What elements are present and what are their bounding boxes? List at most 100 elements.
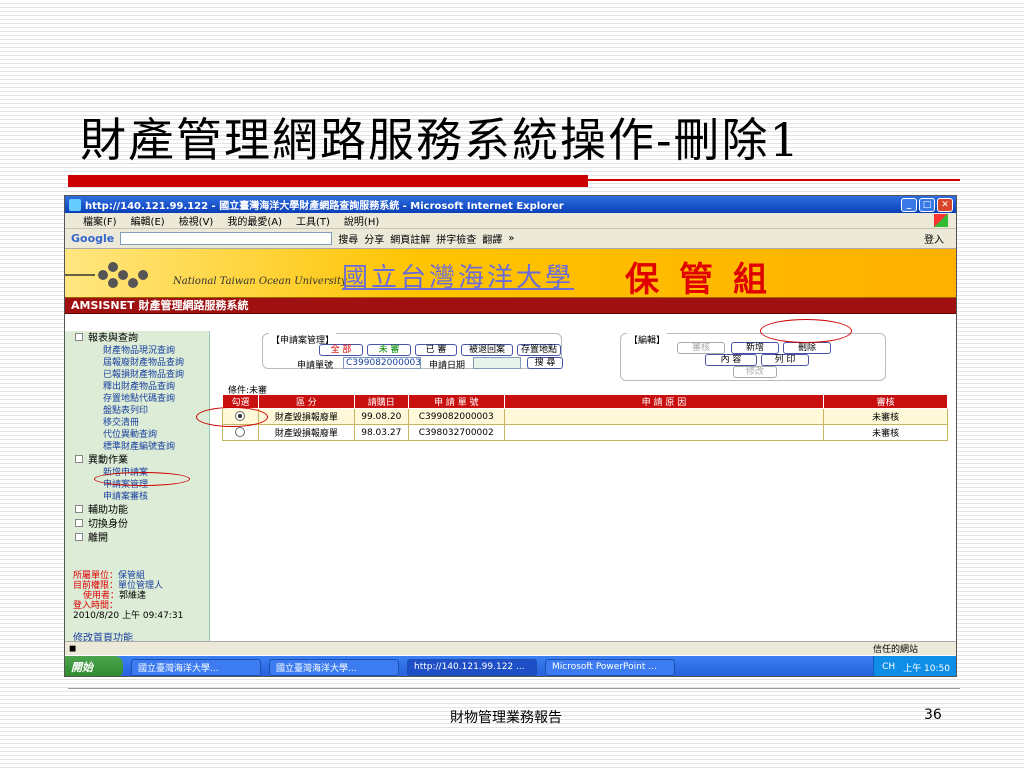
row-reason [503, 408, 825, 425]
more-button[interactable]: » [508, 233, 514, 244]
sidebar-item-application-review[interactable]: 申請案審核 [65, 491, 209, 503]
collapse-box-icon [75, 455, 83, 463]
sidebar-item-released-assets[interactable]: 釋出財產物品查詢 [65, 381, 209, 393]
row-case-no: C398032700002 [407, 424, 505, 441]
unit-value: 保管組 [118, 571, 146, 581]
sidebar-group-tools[interactable]: 輔助功能 [65, 505, 209, 517]
collapse-box-icon [75, 533, 83, 541]
windows-taskbar: 開始 國立臺灣海洋大學... 國立臺灣海洋大學... http://140.12… [65, 656, 956, 676]
sidebar-item-transfer-list[interactable]: 移交清冊 [65, 417, 209, 429]
sidebar-item-proxy-changes[interactable]: 代位異動查詢 [65, 429, 209, 441]
filter-reviewed-button[interactable]: 已 審 [415, 344, 457, 356]
menu-help[interactable]: 說明(H) [344, 213, 379, 228]
search-button[interactable]: 搜尋 [338, 231, 358, 246]
edit-panel: 【編輯】 審核 新增 刪除 內 容 列 印 修改 [620, 333, 886, 381]
collapse-box-icon [75, 519, 83, 527]
menu-favorites[interactable]: 我的最愛(A) [227, 213, 282, 228]
user-value: 郭維達 [119, 591, 147, 601]
case-no-label: 申請單號 [297, 361, 334, 371]
ie-title-bar: http://140.121.99.122 - 國立臺灣海洋大學財產網路查詢服務… [65, 196, 956, 213]
filter-unreviewed-button[interactable]: 未 審 [367, 344, 411, 356]
menu-highlight-ellipse [94, 472, 190, 486]
spellcheck-button[interactable]: 拼字檢查 [436, 231, 476, 246]
taskbar-item-3[interactable]: http://140.121.99.122 ... [407, 658, 537, 676]
user-info: 所屬單位：保管組 目前權限：單位管理人 使用者：郭維達 登入時間： 2010/8… [73, 571, 183, 621]
modify-button[interactable]: 修改 [733, 366, 777, 378]
collapse-box-icon [75, 333, 83, 341]
sidebar-item-current-assets[interactable]: 財產物品現況查詢 [65, 345, 209, 357]
taskbar-item-1[interactable]: 國立臺灣海洋大學... [131, 658, 261, 676]
row-reason [503, 424, 825, 441]
maximize-button[interactable]: □ [919, 197, 935, 212]
sidebar-group-switch-identity[interactable]: 切換身份 [65, 519, 209, 531]
print-button[interactable]: 列 印 [761, 354, 809, 366]
sidebar-item-standard-codes[interactable]: 標準財產編號查詢 [65, 441, 209, 453]
sidebar-item-damaged-assets[interactable]: 已報損財產物品查詢 [65, 369, 209, 381]
table-row[interactable]: 財產毀損報廢單 99.08.20 C399082000003 未審核 [222, 408, 948, 425]
share-button[interactable]: 分享 [364, 231, 384, 246]
site-banner: National Taiwan Ocean University 國立台灣海洋大… [65, 249, 956, 300]
menu-tools[interactable]: 工具(T) [296, 213, 330, 228]
window-controls: _ □ ✕ [901, 197, 956, 212]
unit-key: 所屬單位： [73, 571, 119, 581]
filter-all-button[interactable]: 全 部 [319, 344, 363, 356]
sidebar-group-exit[interactable]: 離開 [65, 533, 209, 545]
row-type: 財產毀損報廢單 [257, 408, 355, 425]
permission-value: 單位管理人 [118, 581, 164, 591]
row-highlight-ellipse [196, 407, 268, 427]
taskbar-item-2[interactable]: 國立臺灣海洋大學... [269, 658, 399, 676]
taskbar-item-4[interactable]: Microsoft PowerPoint ... [545, 658, 675, 676]
add-button[interactable]: 新增 [731, 342, 779, 354]
row-radio[interactable] [235, 427, 246, 438]
sidebar: 報表與查詢 財產物品現況查詢 屆報廢財產物品查詢 已報損財產物品查詢 釋出財產物… [65, 331, 210, 646]
row-status: 未審核 [823, 408, 948, 425]
sidebar-group-changes[interactable]: 異動作業 [65, 455, 209, 467]
sidebar-group-reports[interactable]: 報表與查詢 [65, 333, 209, 345]
filter-location-button[interactable]: 存置地點 [517, 344, 561, 356]
review-button[interactable]: 審核 [677, 342, 725, 354]
table-row[interactable]: 財產毀損報廢單 98.03.27 C398032700002 未審核 [222, 424, 948, 441]
sidebar-group-label: 切換身份 [88, 519, 128, 530]
window-title: http://140.121.99.122 - 國立臺灣海洋大學財產網路查詢服務… [85, 201, 564, 212]
delete-button[interactable]: 刪除 [783, 342, 831, 354]
slide-title: 財產管理網路服務系統操作-刪除1 [80, 113, 801, 167]
content-button[interactable]: 內 容 [705, 354, 757, 366]
row-date: 99.08.20 [353, 408, 409, 425]
search-cases-button[interactable]: 搜 尋 [527, 357, 563, 369]
start-button[interactable]: 開始 [65, 656, 123, 676]
sidebar-item-inventory-print[interactable]: 盤點表列印 [65, 405, 209, 417]
filter-returned-button[interactable]: 被退回案 [461, 344, 513, 356]
menu-edit[interactable]: 編輯(E) [131, 213, 165, 228]
app-content: 報表與查詢 財產物品現況查詢 屆報廢財產物品查詢 已報損財產物品查詢 釋出財產物… [65, 331, 956, 646]
close-button[interactable]: ✕ [937, 197, 953, 212]
google-search-input[interactable] [120, 232, 333, 245]
collapse-box-icon [75, 505, 83, 513]
login-button[interactable]: 登入 [924, 231, 944, 246]
case-no-input[interactable]: C399082000003 [343, 357, 421, 369]
minimize-button[interactable]: _ [901, 197, 917, 212]
slide-footer: 財物管理業務報告 [450, 710, 562, 726]
menu-view[interactable]: 檢視(V) [179, 213, 214, 228]
tray-clock: 上午 10:50 [903, 663, 950, 674]
system-tray: CH 上午 10:50 [873, 656, 956, 676]
title-accent-line [588, 179, 960, 181]
table-header-row: 勾選 區 分 請購日 申 請 單 號 申 請 原 因 審核 [222, 394, 948, 409]
user-key: 使用者： [83, 591, 120, 601]
date-input[interactable] [473, 357, 521, 369]
permission-key: 目前權限： [73, 581, 119, 591]
translate-button[interactable]: 翻譯 [482, 231, 502, 246]
sidebar-group-label: 輔助功能 [88, 505, 128, 516]
col-reason: 申 請 原 因 [503, 394, 825, 409]
browser-screenshot: http://140.121.99.122 - 國立臺灣海洋大學財產網路查詢服務… [64, 195, 957, 677]
google-toolbar: Google 搜尋 分享 網頁註解 拼字檢查 翻譯 » 登入 [65, 229, 956, 249]
sidebar-item-location-codes[interactable]: 存置地點代碼查詢 [65, 393, 209, 405]
language-indicator[interactable]: CH [882, 662, 895, 672]
menu-file[interactable]: 檔案(F) [83, 213, 117, 228]
application-table: 勾選 區 分 請購日 申 請 單 號 申 請 原 因 審核 財產毀損報廢單 99… [222, 394, 948, 441]
col-case-no: 申 請 單 號 [407, 394, 505, 409]
sidebar-group-label: 離開 [88, 533, 108, 544]
sidebar-item-expiring-assets[interactable]: 屆報廢財產物品查詢 [65, 357, 209, 369]
department-name: 保管組 [625, 260, 787, 300]
university-name-en: National Taiwan Ocean University [173, 276, 347, 287]
annotate-button[interactable]: 網頁註解 [390, 231, 430, 246]
